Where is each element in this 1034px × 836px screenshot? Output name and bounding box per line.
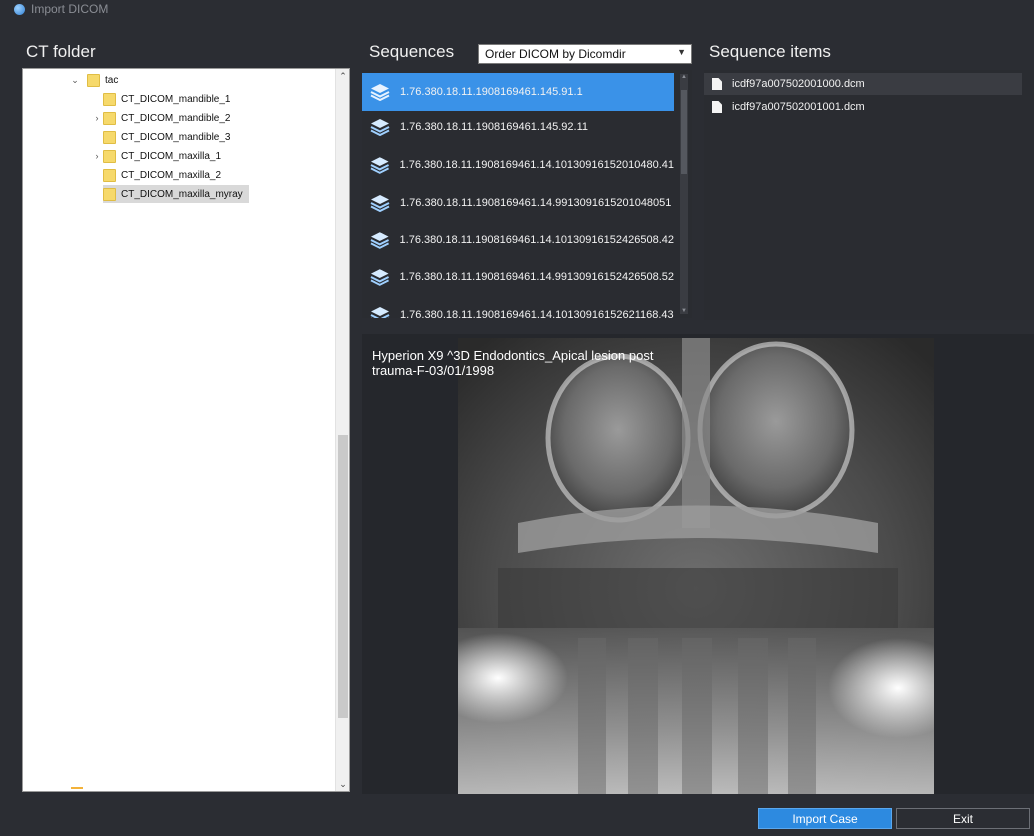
scroll-down-icon[interactable]: ▼ xyxy=(680,308,688,314)
file-icon xyxy=(712,101,722,113)
folder-icon xyxy=(87,73,100,87)
sequence-item[interactable]: 1.76.380.18.11.1908169461.14.10130916152… xyxy=(362,296,674,318)
tree-node-label: CT_DICOM_maxilla_2 xyxy=(121,169,222,181)
order-dicom-select[interactable]: Order DICOM by Dicomdir ▼ xyxy=(478,44,692,64)
file-icon xyxy=(712,78,722,90)
tree-node-tac[interactable]: ⌄ tac xyxy=(69,71,118,89)
scroll-up-icon[interactable]: ⌃ xyxy=(336,69,350,83)
sequence-file-selected[interactable]: icdf97a007502001000.dcm xyxy=(704,73,1022,95)
sequence-file-label: icdf97a007502001001.dcm xyxy=(732,101,865,113)
sequence-item[interactable]: 1.76.380.18.11.1908169461.14.10130916152… xyxy=(362,146,674,184)
tree-node-label: CT_DICOM_maxilla_1 xyxy=(121,150,222,162)
sequence-item-label: 1.76.380.18.11.1908169461.145.91.1 xyxy=(400,86,583,98)
sequence-file[interactable]: icdf97a007502001001.dcm xyxy=(704,96,1022,118)
layers-icon xyxy=(370,84,390,101)
sequences-scrollbar[interactable]: ▲ ▼ xyxy=(680,74,688,314)
xray-rendering xyxy=(458,338,934,794)
tree-scrollbar[interactable]: ⌃ ⌄ xyxy=(335,69,349,791)
app-icon xyxy=(14,3,25,15)
sequence-item-label: 1.76.380.18.11.1908169461.14.99130916152… xyxy=(400,197,672,209)
sequence-item-selected[interactable]: 1.76.380.18.11.1908169461.145.91.1 xyxy=(362,73,674,111)
folder-icon xyxy=(103,92,116,106)
caret-down-icon: ▼ xyxy=(677,47,686,57)
scroll-thumb[interactable] xyxy=(338,435,348,718)
tree-node[interactable]: › CT_DICOM_maxilla_1 xyxy=(91,147,221,165)
image-preview: Hyperion X9 ^3D Endodontics_Apical lesio… xyxy=(362,334,1034,794)
tree-marker xyxy=(71,787,83,789)
folder-icon xyxy=(103,149,116,163)
sequence-item-label: 1.76.380.18.11.1908169461.145.92.11 xyxy=(400,121,588,133)
scroll-up-icon[interactable]: ▲ xyxy=(680,74,688,80)
sequence-item-label: 1.76.380.18.11.1908169461.14.99130916152… xyxy=(399,271,674,283)
window-title-text: Import DICOM xyxy=(31,2,109,16)
title-bar: Import DICOM xyxy=(0,0,1034,32)
sequence-file-label: icdf97a007502001000.dcm xyxy=(732,78,865,90)
order-dicom-select-value: Order DICOM by Dicomdir xyxy=(485,47,626,61)
sequence-item-label: 1.76.380.18.11.1908169461.14.10130916152… xyxy=(399,159,674,171)
chevron-down-icon[interactable]: ⌄ xyxy=(69,75,81,86)
tree-node[interactable]: CT_DICOM_mandible_3 xyxy=(91,128,231,146)
sequence-items-list[interactable]: icdf97a007502001000.dcm icdf97a007502001… xyxy=(704,70,1034,320)
sequence-item[interactable]: 1.76.380.18.11.1908169461.145.92.11 xyxy=(362,108,674,146)
tree-node-label: CT_DICOM_mandible_3 xyxy=(121,131,231,143)
chevron-right-icon[interactable]: › xyxy=(91,113,103,123)
folder-icon xyxy=(103,187,116,201)
layers-icon xyxy=(370,269,389,286)
window-title: Import DICOM xyxy=(14,2,108,16)
folder-icon xyxy=(103,168,116,182)
sequence-item-label: 1.76.380.18.11.1908169461.14.10130916152… xyxy=(399,234,674,246)
sequence-item[interactable]: 1.76.380.18.11.1908169461.14.99130916152… xyxy=(362,258,674,296)
tree-node-selected[interactable]: CT_DICOM_maxilla_myray xyxy=(103,185,249,203)
tree-node-label: tac xyxy=(105,74,119,86)
tree-node-label: CT_DICOM_mandible_2 xyxy=(121,112,231,124)
tree-node-label: CT_DICOM_mandible_1 xyxy=(121,93,231,105)
chevron-right-icon[interactable]: › xyxy=(91,151,103,161)
ct-folder-label: CT folder xyxy=(26,42,96,61)
layers-icon xyxy=(370,157,389,174)
folder-tree[interactable]: ⌄ tac CT_DICOM_mandible_1 › CT_DICOM_man… xyxy=(22,68,350,792)
layers-icon xyxy=(370,232,389,249)
tree-node[interactable]: CT_DICOM_mandible_1 xyxy=(91,90,231,108)
folder-icon xyxy=(103,111,116,125)
layers-icon xyxy=(370,195,390,212)
sequence-item-label: 1.76.380.18.11.1908169461.14.10130916152… xyxy=(400,309,674,318)
scroll-down-icon[interactable]: ⌄ xyxy=(336,777,350,791)
sequences-label: Sequences xyxy=(369,42,455,61)
xray-image xyxy=(458,338,934,794)
sequence-item[interactable]: 1.76.380.18.11.1908169461.14.10130916152… xyxy=(362,221,674,259)
import-case-button[interactable]: Import Case xyxy=(758,808,892,829)
sequences-list[interactable]: 1.76.380.18.11.1908169461.145.91.1 1.76.… xyxy=(362,70,692,318)
preview-caption: Hyperion X9 ^3D Endodontics_Apical lesio… xyxy=(372,348,654,378)
sequence-items-label: Sequence items xyxy=(709,42,831,61)
exit-button[interactable]: Exit xyxy=(896,808,1030,829)
layers-icon xyxy=(370,307,390,318)
layers-icon xyxy=(370,119,390,136)
tree-node[interactable]: › CT_DICOM_mandible_2 xyxy=(91,109,231,127)
scroll-thumb[interactable] xyxy=(681,90,687,174)
tree-node-label: CT_DICOM_maxilla_myray xyxy=(121,188,243,200)
sequence-item[interactable]: 1.76.380.18.11.1908169461.14.99130916152… xyxy=(362,184,674,222)
folder-icon xyxy=(103,130,116,144)
tree-node[interactable]: CT_DICOM_maxilla_2 xyxy=(91,166,221,184)
